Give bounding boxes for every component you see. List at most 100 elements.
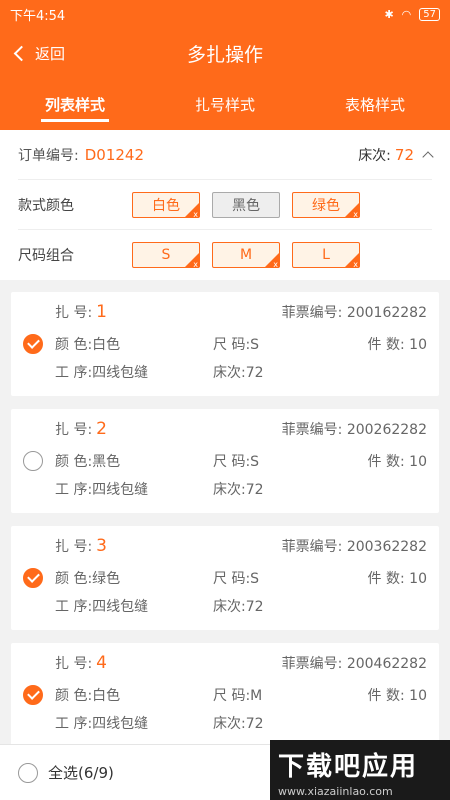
chip-label: 白色 xyxy=(152,197,180,214)
nav-bar: 返回 多扎操作 xyxy=(0,28,450,78)
bed-toggle[interactable]: 床次: 72 xyxy=(358,145,434,165)
bed-info: 床次:72 xyxy=(213,365,264,381)
bundle-card[interactable]: 扎 号: 2 菲票编号: 200262282 颜 色:黑色 尺 码:S 件 数: 10 工 … xyxy=(11,409,439,513)
size-value: S xyxy=(250,571,260,587)
bundle-list: 扎 号: 1 菲票编号: 200162282 颜 色:白色尺 码:S 件 数: 10 工 … xyxy=(0,280,450,747)
color-value: 白色 xyxy=(92,688,121,704)
color-value: 白色 xyxy=(92,337,121,353)
qty-value: 10 xyxy=(409,688,427,704)
color-label: 款式颜色 xyxy=(18,197,74,214)
color-chip-black[interactable]: 黑色 xyxy=(212,191,280,218)
size-label: 尺码组合 xyxy=(18,248,74,264)
bundle-card[interactable]: 扎 号: 4 菲票编号: 200462282 颜 色:白色 尺 码:M 件 数: 10 工 … xyxy=(11,643,439,747)
page-title: 多扎操作 xyxy=(186,43,263,66)
order-row: 订单编号: D01242 床次: 72 xyxy=(18,130,434,180)
color-info: 颜 色:绿色 xyxy=(55,571,121,587)
bed-info: 床次:72 xyxy=(213,716,264,732)
ticket-number: 200162282 xyxy=(346,305,427,321)
order-value: D01242 xyxy=(84,145,144,164)
bed-info: 床次:72 xyxy=(213,599,264,615)
color-chip-green[interactable]: 绿色 x xyxy=(292,191,360,219)
chip-label: S xyxy=(161,247,171,263)
bundle-label: 扎 号: xyxy=(55,422,93,438)
color-info: 颜 色:白色 xyxy=(55,688,121,704)
ticket-info: 菲票编号: 200362282 xyxy=(281,539,427,555)
chip-label: M xyxy=(239,247,253,263)
process-value: 四线包缝 xyxy=(92,716,149,732)
color-info: 颜 色:白色 xyxy=(55,337,121,353)
bundle-number: 3 xyxy=(96,536,107,556)
size-chip-m[interactable]: M x xyxy=(212,242,280,269)
ticket-number: 200462282 xyxy=(346,656,427,672)
size-info: 尺 码:M xyxy=(213,688,263,704)
process-info: 工 序:四线包缝 xyxy=(55,482,149,498)
size-info: 尺 码:S xyxy=(213,337,260,353)
color-info: 颜 色:黑色 xyxy=(55,454,121,470)
chip-label: 黑色 xyxy=(232,197,260,214)
color-row: 款式颜色 白色 x 黑色 绿色 x xyxy=(18,180,432,230)
bundle-number: 4 xyxy=(96,653,107,673)
size-chip-l[interactable]: L x xyxy=(292,242,360,269)
color-value: 绿色 xyxy=(92,571,121,587)
process-info: 工 序:四线包缝 xyxy=(55,716,149,732)
process-info: 工 序:四线包缝 xyxy=(55,365,149,381)
bundle-label: 扎 号: xyxy=(55,305,93,321)
ticket-info: 菲票编号: 200462282 xyxy=(281,656,427,672)
bundle-checkbox[interactable] xyxy=(23,685,43,705)
chevron-left-icon xyxy=(13,45,30,61)
bed-value: 72 xyxy=(245,716,264,732)
select-all-checkbox[interactable] xyxy=(18,762,38,783)
tab-table-style[interactable]: 表格样式 xyxy=(300,78,450,130)
size-info: 尺 码:S xyxy=(213,454,260,470)
tab-bar: 列表样式 扎号样式 表格样式 xyxy=(0,78,450,130)
bed-value: 72 xyxy=(245,599,264,615)
qty-info: 件 数: 10 xyxy=(367,571,427,587)
back-button[interactable]: 返回 xyxy=(0,43,65,64)
order-label: 订单编号: xyxy=(18,147,79,164)
status-bar: 下午4:54 ✱ ◠ 57 xyxy=(0,0,450,28)
watermark-logo: 下载吧应用 www.xiazaiinlao.com xyxy=(270,740,450,800)
bundle-checkbox[interactable] xyxy=(23,568,43,588)
bundle-number: 2 xyxy=(96,419,107,439)
ticket-info: 菲票编号: 200162282 xyxy=(281,305,427,321)
bundle-checkbox[interactable] xyxy=(23,334,43,354)
size-row: 尺码组合 S x M x L x xyxy=(18,230,432,280)
bundle-label: 扎 号: xyxy=(55,656,93,672)
color-value: 黑色 xyxy=(92,454,121,470)
size-value: S xyxy=(250,454,260,470)
tab-list-style[interactable]: 列表样式 xyxy=(0,78,150,130)
wifi-icon: ◠ xyxy=(401,7,412,21)
select-all-label[interactable]: 全选(6/9) xyxy=(48,762,114,783)
chevron-up-icon xyxy=(422,150,434,163)
size-chip-s[interactable]: S x xyxy=(132,242,200,269)
ticket-info: 菲票编号: 200262282 xyxy=(281,422,427,438)
qty-info: 件 数: 10 xyxy=(367,688,427,704)
process-value: 四线包缝 xyxy=(92,599,149,615)
size-value: S xyxy=(250,337,260,353)
bluetooth-icon: ✱ xyxy=(384,7,394,21)
back-label: 返回 xyxy=(35,44,66,63)
bundle-label: 扎 号: xyxy=(55,539,93,555)
battery-icon: 57 xyxy=(419,7,440,21)
filter-panel: 订单编号: D01242 床次: 72 款式颜色 白色 x 黑色 绿色 x 尺码… xyxy=(0,130,450,280)
bundle-card[interactable]: 扎 号: 3 菲票编号: 200362282 颜 色:绿色 尺 码:S 件 数: 10 工 … xyxy=(11,526,439,630)
process-info: 工 序:四线包缝 xyxy=(55,599,149,615)
chip-label: L xyxy=(322,247,330,263)
status-time: 下午4:54 xyxy=(10,8,66,24)
bundle-checkbox[interactable] xyxy=(23,451,43,471)
size-info: 尺 码:S xyxy=(213,571,260,587)
bundle-card[interactable]: 扎 号: 1 菲票编号: 200162282 颜 色:白色 尺 码:S 件 数: 10 工 … xyxy=(11,292,439,396)
qty-info: 件 数: 10 xyxy=(367,337,427,353)
qty-value: 10 xyxy=(409,337,427,353)
bed-value: 72 xyxy=(394,145,414,164)
bed-label: 床次: xyxy=(358,147,391,164)
process-value: 四线包缝 xyxy=(92,482,149,498)
bed-info: 床次:72 xyxy=(213,482,264,498)
tab-bundle-style[interactable]: 扎号样式 xyxy=(150,78,300,130)
qty-value: 10 xyxy=(409,571,427,587)
ticket-number: 200262282 xyxy=(346,422,427,438)
ticket-number: 200362282 xyxy=(346,539,427,555)
bed-value: 72 xyxy=(245,482,264,498)
color-chip-white[interactable]: 白色 x xyxy=(132,191,200,219)
size-value: M xyxy=(250,688,263,704)
